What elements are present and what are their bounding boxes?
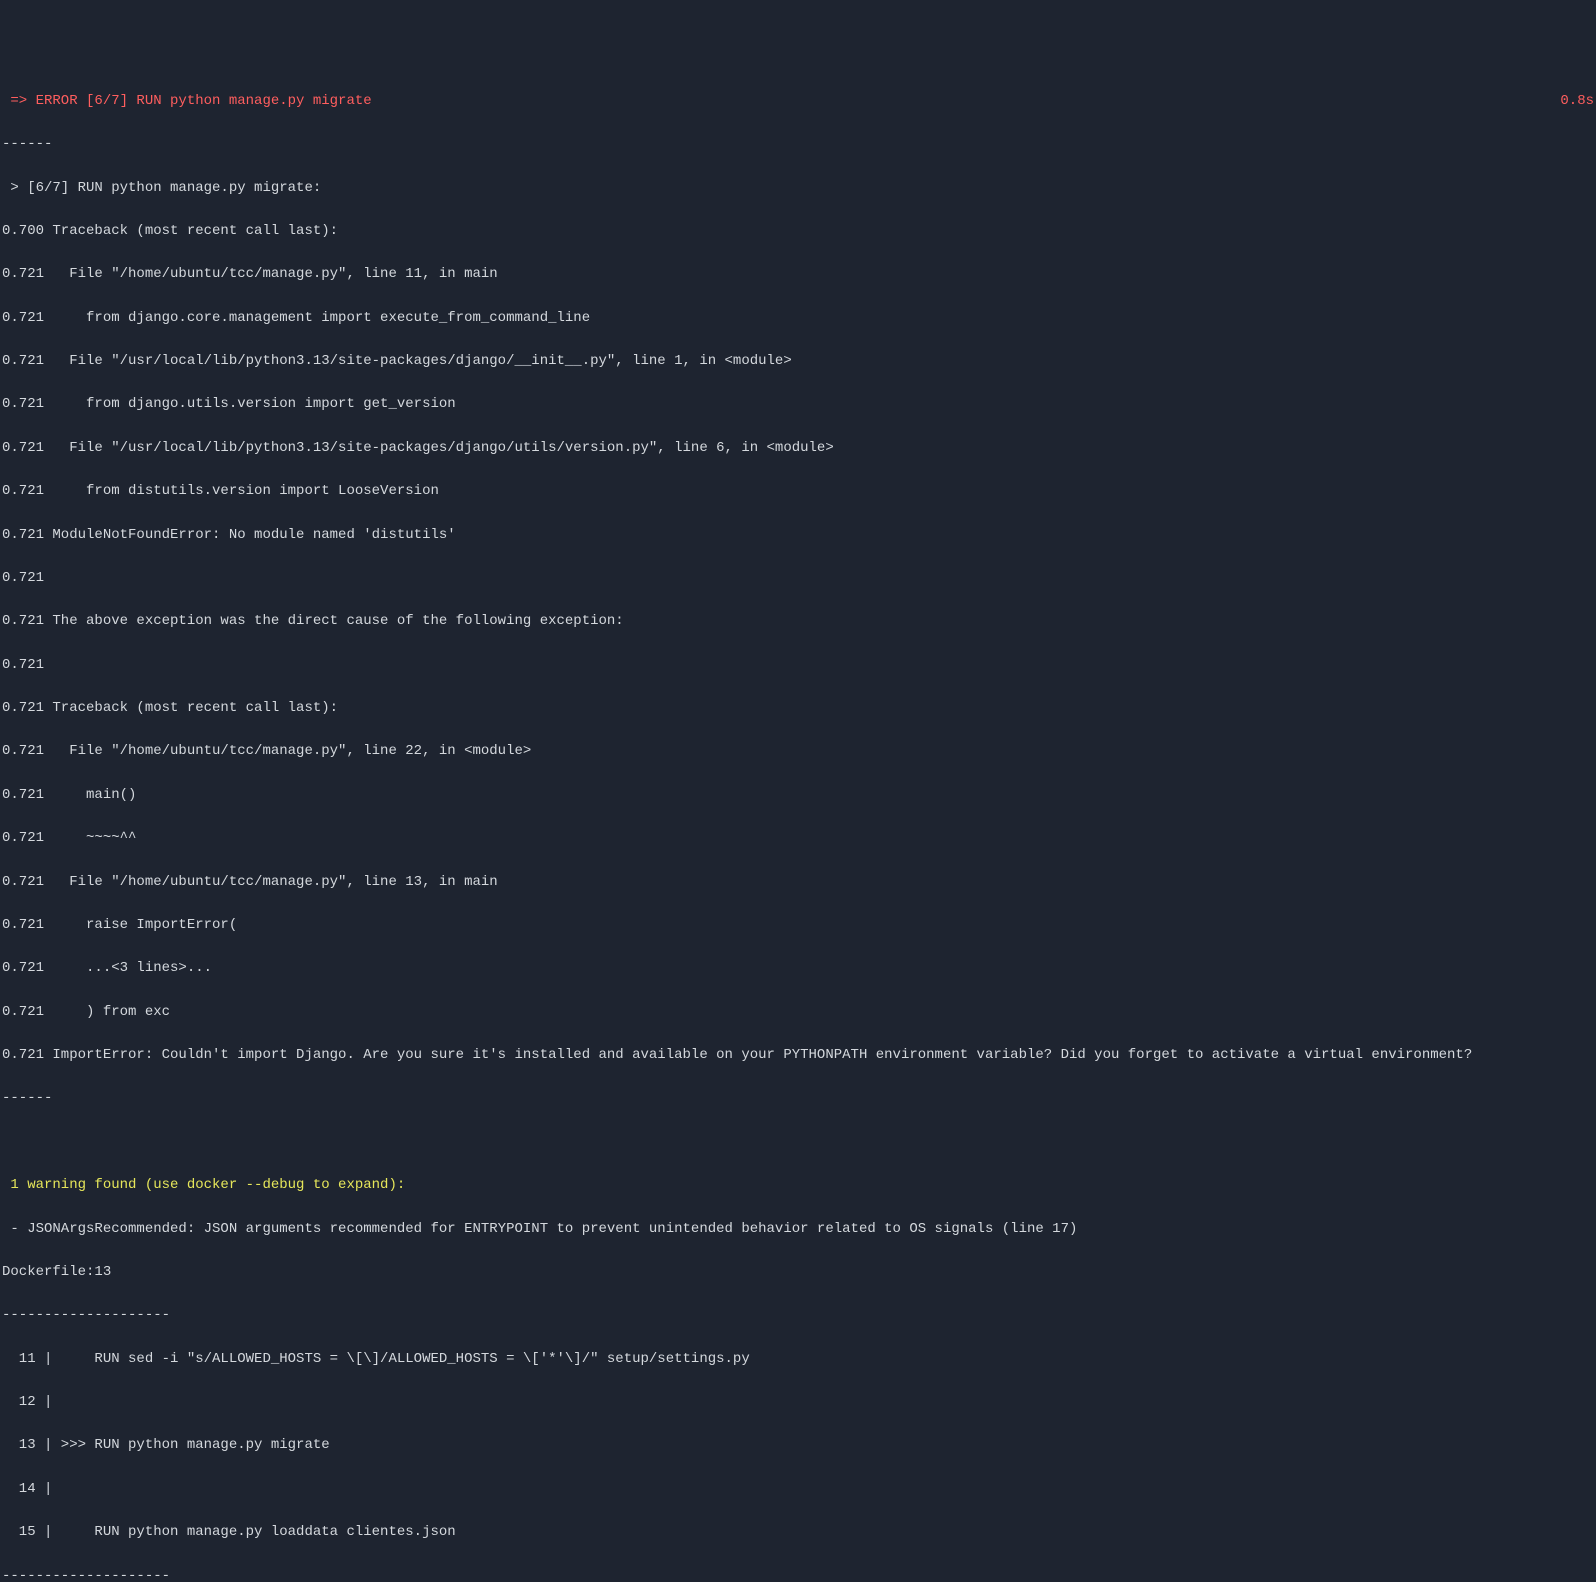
trace-line: 0.721 File "/usr/local/lib/python3.13/si… <box>2 438 1594 460</box>
dockerfile-line: 13 | >>> RUN python manage.py migrate <box>2 1435 1594 1457</box>
warning-detail: - JSONArgsRecommended: JSON arguments re… <box>2 1219 1594 1241</box>
error-header: => ERROR [6/7] RUN python manage.py migr… <box>2 91 1594 113</box>
command-run-line: > [6/7] RUN python manage.py migrate: <box>2 178 1594 200</box>
dashes-separator: -------------------- <box>2 1566 1594 1582</box>
dockerfile-reference: Dockerfile:13 <box>2 1262 1594 1284</box>
dashes-separator: -------------------- <box>2 1305 1594 1327</box>
dockerfile-line: 14 | <box>2 1479 1594 1501</box>
error-header-left: => ERROR [6/7] RUN python manage.py migr… <box>2 91 372 113</box>
trace-line: 0.721 from django.utils.version import g… <box>2 394 1594 416</box>
trace-line: 0.721 raise ImportError( <box>2 915 1594 937</box>
trace-line: 0.721 File "/usr/local/lib/python3.13/si… <box>2 351 1594 373</box>
trace-line: 0.721 <box>2 655 1594 677</box>
separator-top: ------ <box>2 134 1594 156</box>
trace-line: 0.721 from django.core.management import… <box>2 308 1594 330</box>
trace-line: 0.721 from distutils.version import Loos… <box>2 481 1594 503</box>
trace-line: 0.721 ~~~~^^ <box>2 828 1594 850</box>
error-header-time: 0.8s <box>1560 91 1594 113</box>
trace-line: 0.721 ModuleNotFoundError: No module nam… <box>2 525 1594 547</box>
trace-line: 0.721 main() <box>2 785 1594 807</box>
trace-line: 0.721 The above exception was the direct… <box>2 611 1594 633</box>
blank-line <box>2 1132 1594 1154</box>
trace-line: 0.721 File "/home/ubuntu/tcc/manage.py",… <box>2 741 1594 763</box>
trace-line: 0.721 Traceback (most recent call last): <box>2 698 1594 720</box>
trace-line: 0.721 <box>2 568 1594 590</box>
warning-summary: 1 warning found (use docker --debug to e… <box>2 1175 1594 1197</box>
separator-bottom: ------ <box>2 1088 1594 1110</box>
trace-line: 0.700 Traceback (most recent call last): <box>2 221 1594 243</box>
dockerfile-line: 15 | RUN python manage.py loaddata clien… <box>2 1522 1594 1544</box>
trace-line: 0.721 ImportError: Couldn't import Djang… <box>2 1045 1594 1067</box>
trace-line: 0.721 ...<3 lines>... <box>2 958 1594 980</box>
trace-line: 0.721 File "/home/ubuntu/tcc/manage.py",… <box>2 872 1594 894</box>
dockerfile-line: 11 | RUN sed -i "s/ALLOWED_HOSTS = \[\]/… <box>2 1349 1594 1371</box>
trace-line: 0.721 ) from exc <box>2 1002 1594 1024</box>
dockerfile-line: 12 | <box>2 1392 1594 1414</box>
trace-line: 0.721 File "/home/ubuntu/tcc/manage.py",… <box>2 264 1594 286</box>
